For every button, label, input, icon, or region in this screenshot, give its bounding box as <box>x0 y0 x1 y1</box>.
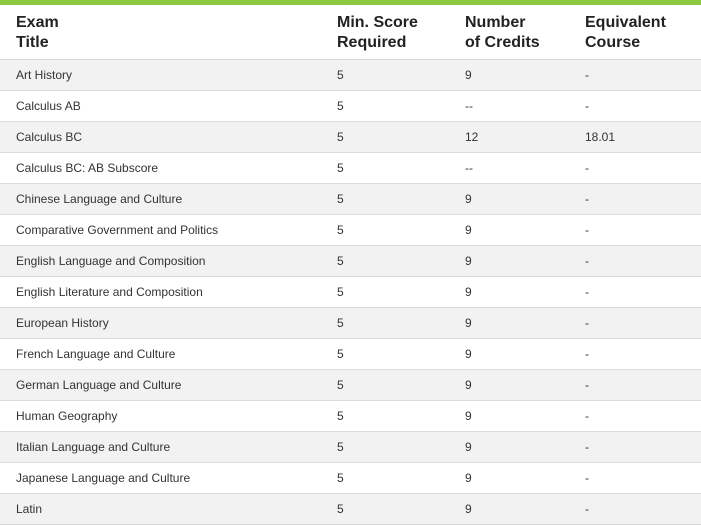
cell-exam-title: English Language and Composition <box>0 245 321 277</box>
cell-min-score: 5 <box>321 307 449 339</box>
table-row: Art History 5 9- <box>0 59 701 91</box>
cell-min-score: 5 <box>321 121 449 153</box>
header-line: Exam <box>16 14 59 31</box>
table-row: Comparative Government and Politics 5 9- <box>0 214 701 246</box>
cell-min-score: 5 <box>321 214 449 246</box>
cell-equivalent-course: - <box>569 400 701 432</box>
cell-exam-title: Calculus BC: AB Subscore <box>0 152 321 184</box>
cell-min-score: 5 <box>321 431 449 463</box>
cell-equivalent-course: - <box>569 338 701 370</box>
cell-equivalent-course: - <box>569 183 701 215</box>
header-line: Course <box>585 34 641 51</box>
cell-credits: 9 <box>449 431 569 463</box>
table-row: English Literature and Composition 5 9- <box>0 276 701 308</box>
page: Exam Title Min. Score Required Number of… <box>0 0 701 526</box>
header-exam-title: Exam Title <box>0 5 321 60</box>
cell-credits: -- <box>449 152 569 184</box>
cell-credits: -- <box>449 90 569 122</box>
cell-min-score: 5 <box>321 152 449 184</box>
cell-credits: 9 <box>449 369 569 401</box>
cell-exam-title: English Literature and Composition <box>0 276 321 308</box>
cell-exam-title: European History <box>0 307 321 339</box>
table-row: German Language and Culture 5 9- <box>0 369 701 401</box>
cell-exam-title: Italian Language and Culture <box>0 431 321 463</box>
table-row: European History 5 9- <box>0 307 701 339</box>
cell-min-score: 5 <box>321 59 449 91</box>
cell-min-score: 5 <box>321 369 449 401</box>
table-body: Art History 5 9- Calculus AB 5 -- - Calculus BC… <box>0 59 701 525</box>
cell-exam-title: German Language and Culture <box>0 369 321 401</box>
cell-credits: 9 <box>449 59 569 91</box>
table-row: French Language and Culture 5 9- <box>0 338 701 370</box>
table-row: Chinese Language and Culture 5 9- <box>0 183 701 215</box>
cell-min-score: 5 <box>321 493 449 525</box>
cell-exam-title: Chinese Language and Culture <box>0 183 321 215</box>
cell-equivalent-course: - <box>569 245 701 277</box>
header-line: Number <box>465 14 526 31</box>
cell-equivalent-course: - <box>569 152 701 184</box>
cell-min-score: 5 <box>321 338 449 370</box>
cell-credits: 12 <box>449 121 569 153</box>
table-row: Japanese Language and Culture 5 9- <box>0 462 701 494</box>
header-credits: Number of Credits <box>449 5 569 60</box>
cell-equivalent-course: - <box>569 369 701 401</box>
cell-exam-title: Human Geography <box>0 400 321 432</box>
table-row: Calculus AB 5 -- - <box>0 90 701 122</box>
table-row: Calculus BC: AB Subscore 5 -- - <box>0 152 701 184</box>
cell-credits: 9 <box>449 245 569 277</box>
cell-credits: 9 <box>449 307 569 339</box>
cell-exam-title: Japanese Language and Culture <box>0 462 321 494</box>
cell-credits: 9 <box>449 214 569 246</box>
cell-min-score: 5 <box>321 462 449 494</box>
cell-exam-title: Calculus AB <box>0 90 321 122</box>
header-min-score: Min. Score Required <box>321 5 449 60</box>
cell-exam-title: Calculus BC <box>0 121 321 153</box>
cell-equivalent-course: - <box>569 59 701 91</box>
cell-equivalent-course: - <box>569 462 701 494</box>
table-row: Calculus BC 5 12 18.01 <box>0 121 701 153</box>
header-row: Exam Title Min. Score Required Number of… <box>0 5 701 60</box>
header-equivalent-course: Equivalent Course <box>569 5 701 60</box>
cell-credits: 9 <box>449 462 569 494</box>
table-row: Human Geography 5 9- <box>0 400 701 432</box>
cell-equivalent-course: - <box>569 214 701 246</box>
header-line: Title <box>16 34 49 51</box>
cell-credits: 9 <box>449 183 569 215</box>
cell-credits: 9 <box>449 276 569 308</box>
cell-equivalent-course: - <box>569 431 701 463</box>
header-line: Min. Score <box>337 14 418 31</box>
header-line: Equivalent <box>585 14 666 31</box>
table-row: Latin 5 9- <box>0 493 701 525</box>
cell-min-score: 5 <box>321 183 449 215</box>
ap-credit-table: Exam Title Min. Score Required Number of… <box>0 5 701 525</box>
cell-credits: 9 <box>449 493 569 525</box>
cell-equivalent-course: 18.01 <box>569 121 701 153</box>
cell-equivalent-course: - <box>569 307 701 339</box>
cell-credits: 9 <box>449 338 569 370</box>
table-row: English Language and Composition 5 9- <box>0 245 701 277</box>
header-line: Required <box>337 34 407 51</box>
cell-credits: 9 <box>449 400 569 432</box>
cell-equivalent-course: - <box>569 276 701 308</box>
cell-exam-title: Comparative Government and Politics <box>0 214 321 246</box>
cell-min-score: 5 <box>321 245 449 277</box>
cell-equivalent-course: - <box>569 90 701 122</box>
table-row: Italian Language and Culture 5 9- <box>0 431 701 463</box>
cell-exam-title: Art History <box>0 59 321 91</box>
cell-min-score: 5 <box>321 400 449 432</box>
cell-exam-title: Latin <box>0 493 321 525</box>
cell-exam-title: French Language and Culture <box>0 338 321 370</box>
cell-min-score: 5 <box>321 276 449 308</box>
cell-equivalent-course: - <box>569 493 701 525</box>
cell-min-score: 5 <box>321 90 449 122</box>
header-line: of Credits <box>465 34 540 51</box>
